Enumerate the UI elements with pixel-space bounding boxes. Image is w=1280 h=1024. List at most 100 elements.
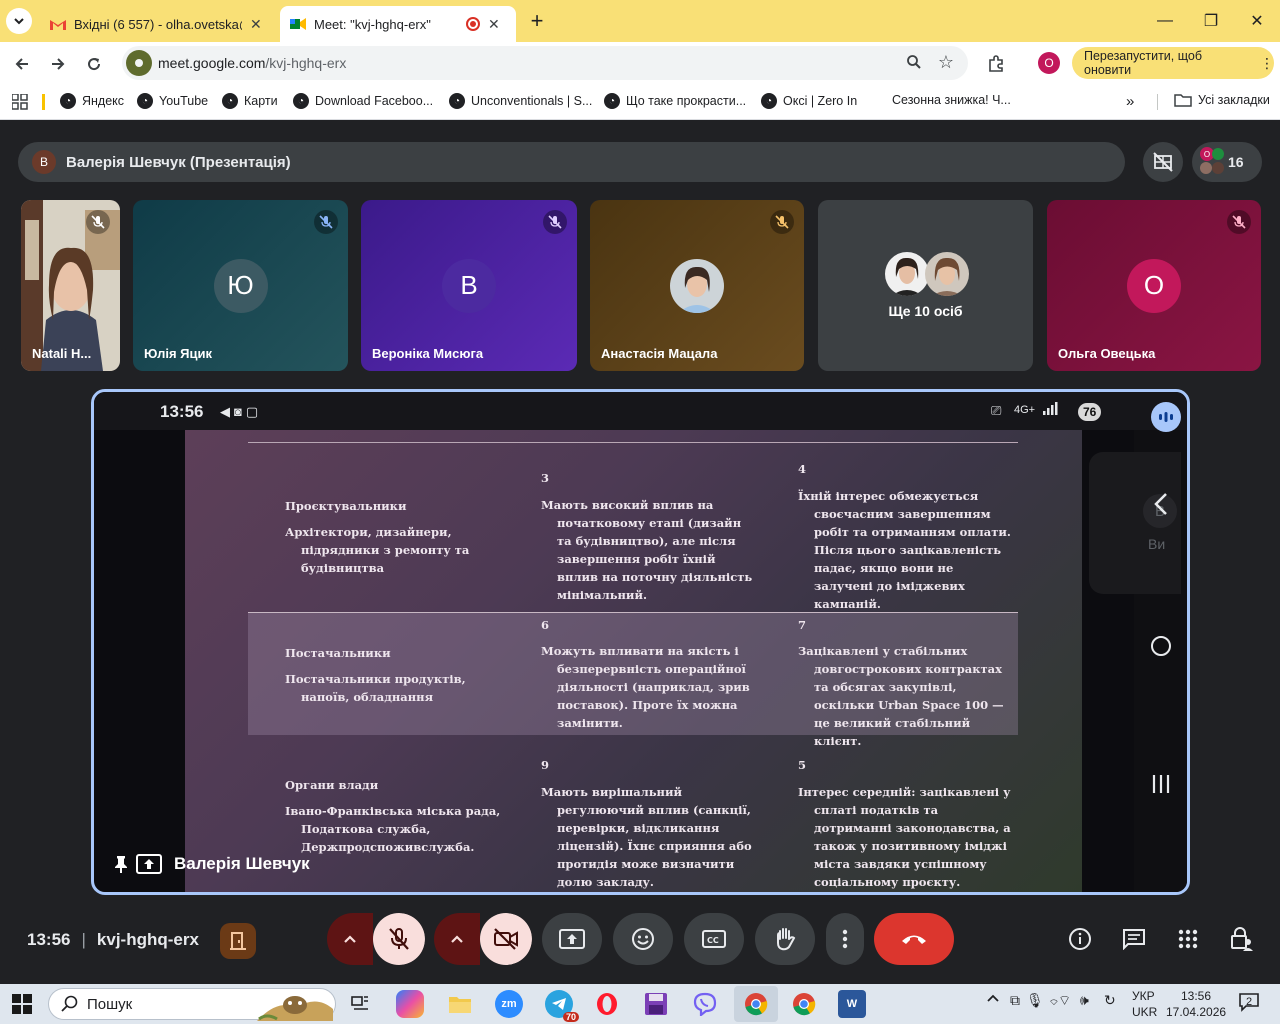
taskbar-date: 17.04.2026 [1166, 1005, 1227, 1019]
hide-tiles-button[interactable] [1143, 142, 1183, 182]
raise-hand-button[interactable] [755, 913, 815, 965]
zoom-icon[interactable] [906, 54, 922, 74]
wifi-icon[interactable]: ⌔ [1058, 992, 1071, 1010]
bookmark-item[interactable]: ◔ Карти [222, 93, 278, 109]
more-vert-icon [842, 929, 848, 949]
participants-button[interactable]: O 16 [1192, 142, 1262, 182]
meet-icon [290, 16, 306, 32]
bookmarks-divider [1157, 94, 1158, 110]
bookmark-label: Unconventionals | S... [471, 94, 593, 108]
chrome-icon[interactable] [790, 990, 818, 1018]
windows-start-button[interactable] [12, 994, 32, 1019]
opera-icon[interactable] [593, 990, 621, 1018]
volume-icon[interactable]: 🕪 [1080, 992, 1089, 1009]
notifications-icon[interactable]: 2 [1238, 992, 1260, 1015]
word-icon[interactable]: W [838, 990, 866, 1018]
leave-call-button[interactable] [874, 913, 954, 965]
tray-chevron-up-icon[interactable] [986, 992, 1000, 1006]
bookmark-item[interactable]: ◔ Download Faceboo... [293, 93, 433, 109]
camera-toggle-button[interactable] [480, 913, 532, 965]
bookmark-item[interactable]: ◔ Unconventionals | S... [449, 93, 592, 109]
participant-tile[interactable]: Анастасія Мацала [590, 200, 804, 371]
reload-button[interactable] [80, 50, 108, 78]
bookmark-item[interactable]: ◔ Що таке прокрасти... [604, 93, 746, 109]
mic-toggle-button[interactable] [373, 913, 425, 965]
cast-icon: ⎚ [991, 403, 1002, 418]
phone-back-icon[interactable] [1152, 492, 1170, 521]
new-tab-button[interactable]: + [524, 8, 550, 34]
stakeholder-cell: Органи влади Івано-Франківська міська ра… [285, 776, 515, 856]
stakeholder-cell: Проєктувальники Архітектори, дизайнери, … [285, 497, 515, 577]
captions-button[interactable]: CC [684, 913, 744, 965]
participant-tile[interactable]: Natali H... [21, 200, 120, 371]
phone-recents-icon[interactable] [1151, 774, 1171, 799]
apps-grid-icon[interactable] [11, 93, 28, 115]
telegram-icon[interactable]: 70 [545, 990, 579, 1022]
minimize-button[interactable]: — [1142, 8, 1188, 34]
language-indicator[interactable]: УКР UKR [1132, 988, 1157, 1020]
more-participants-tile[interactable]: Ще 10 осіб [818, 200, 1033, 371]
bookmark-item[interactable]: ◔ Яндекс [60, 93, 124, 109]
pin-icon[interactable] [114, 855, 128, 873]
all-bookmarks-button[interactable]: Усі закладки [1174, 93, 1270, 107]
tab-gmail[interactable]: Вхідні (6 557) - olha.ovetska@n ✕ [40, 6, 276, 42]
phone-status-bar: 13:56 ◀◙▢ ⎚ 4G+ 76 [94, 392, 1187, 430]
bookmark-item[interactable]: Сезонна знижка! Ч... [892, 93, 1011, 107]
mic-options-button[interactable] [327, 913, 373, 965]
reactions-button[interactable] [613, 913, 673, 965]
close-tab-icon[interactable]: ✕ [250, 16, 262, 33]
clock-area[interactable]: 13:56 17.04.2026 [1166, 988, 1226, 1020]
site-info-icon[interactable] [126, 50, 152, 76]
participants-count: 16 [1228, 154, 1244, 170]
participant-tile[interactable]: Ю Юлія Яцик [133, 200, 348, 371]
pinned-presenter-label: Валерія Шевчук [114, 854, 310, 874]
viber-icon[interactable] [691, 990, 719, 1018]
meeting-details-button[interactable] [1066, 925, 1094, 953]
mic-off-icon [543, 210, 567, 234]
profile-avatar[interactable]: O [1038, 52, 1060, 74]
participant-tile[interactable]: В Вероніка Мисюга [361, 200, 577, 371]
save-app-icon[interactable] [642, 990, 670, 1018]
close-window-button[interactable]: ✕ [1234, 8, 1280, 34]
bookmark-label: Оксі | Zero In [783, 94, 858, 108]
forward-button[interactable] [44, 50, 72, 78]
interest-description: Їхній інтерес обмежується своєчасним зав… [798, 489, 1011, 611]
update-chrome-button[interactable]: Перезапустити, щоб оновити ⋮ [1072, 47, 1274, 79]
close-tab-icon[interactable]: ✕ [488, 16, 500, 33]
host-controls-button[interactable] [1228, 925, 1256, 953]
file-explorer-icon[interactable] [446, 990, 474, 1018]
arrow-right-icon [52, 58, 65, 70]
present-button[interactable] [542, 913, 602, 965]
extensions-button[interactable] [982, 50, 1010, 78]
back-button[interactable] [8, 50, 36, 78]
more-vert-icon: ⋮ [1260, 54, 1274, 71]
tray-app-icons[interactable]: ⧉🎙⌔ [1010, 992, 1064, 1009]
avatar: В [442, 258, 496, 313]
zoom-app-icon[interactable]: zm [495, 990, 523, 1018]
chrome-icon[interactable] [742, 990, 770, 1018]
task-view-icon[interactable] [346, 990, 374, 1018]
maximize-button[interactable]: ❐ [1188, 8, 1234, 34]
globe-icon: ◔ [761, 93, 777, 109]
phone-home-icon[interactable] [1151, 636, 1171, 656]
browser-toolbar: meet.google.com/kvj-hghq-erx ☆ O Перезап… [0, 42, 1280, 84]
camera-options-button[interactable] [434, 913, 480, 965]
tab-search-button[interactable] [6, 8, 32, 34]
copilot-icon[interactable] [396, 990, 424, 1018]
door-icon[interactable] [220, 923, 256, 959]
meeting-code: kvj-hghq-erx [96, 930, 199, 949]
tab-meet[interactable]: Meet: "kvj-hghq-erx" ✕ [280, 6, 516, 42]
taskbar-search[interactable]: Пошук [48, 988, 336, 1021]
bookmark-item[interactable]: ◔ YouTube [137, 93, 208, 109]
more-options-button[interactable] [826, 913, 864, 965]
address-bar[interactable]: meet.google.com/kvj-hghq-erx ☆ [122, 46, 968, 80]
bookmark-star-icon[interactable]: ☆ [938, 52, 954, 73]
more-bookmarks-icon[interactable]: » [1126, 93, 1134, 110]
bookmark-item[interactable]: ◔ Оксі | Zero In [761, 93, 857, 109]
chevron-up-icon [344, 935, 356, 943]
presentation-view[interactable]: 13:56 ◀◙▢ ⎚ 4G+ 76 Проєктувальники Архіт… [91, 389, 1190, 895]
participant-tile[interactable]: О Ольга Овецька [1047, 200, 1261, 371]
activities-button[interactable] [1174, 925, 1202, 953]
sync-icon[interactable]: ↻ [1104, 992, 1116, 1009]
chat-button[interactable] [1120, 925, 1148, 953]
